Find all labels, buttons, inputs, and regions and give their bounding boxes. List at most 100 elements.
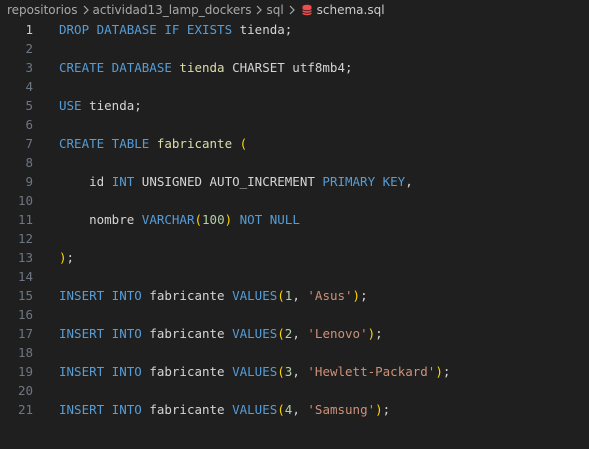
- token-kw: VALUES: [232, 288, 278, 303]
- line-number: 1: [25, 22, 33, 37]
- token-kw: VARCHAR: [141, 212, 195, 227]
- code-line[interactable]: 1 DROP DATABASE IF EXISTS tienda;: [0, 20, 589, 39]
- token-str: 'Samsung': [307, 402, 376, 417]
- code-text[interactable]: nombre VARCHAR(100) NOT NULL: [59, 210, 300, 229]
- code-line[interactable]: 5 USE tienda;: [0, 96, 589, 115]
- token-plain: fabricante: [141, 326, 233, 341]
- breadcrumb-item-file[interactable]: schema.sql: [317, 3, 385, 17]
- token-kw: INSERT INTO: [59, 288, 142, 303]
- line-number: 5: [25, 98, 33, 113]
- token-paren: ): [224, 212, 233, 227]
- line-number: 2: [25, 41, 33, 56]
- code-text[interactable]: USE tienda;: [59, 96, 142, 115]
- token-str: 'Hewlett-Packard': [307, 364, 436, 379]
- token-plain: nombre: [59, 212, 142, 227]
- token-plain: ;: [66, 250, 75, 265]
- token-paren: (: [277, 364, 285, 379]
- code-text[interactable]: DROP DATABASE IF EXISTS tienda;: [59, 20, 292, 39]
- code-line[interactable]: 21 INSERT INTO fabricante VALUES(4, 'Sams…: [0, 400, 589, 419]
- code-line[interactable]: 11 nombre VARCHAR(100) NOT NULL: [0, 210, 589, 229]
- line-number: 15: [17, 288, 33, 303]
- code-text[interactable]: INSERT INTO fabricante VALUES(4, 'Samsun…: [59, 400, 390, 419]
- breadcrumb-item-repositorios[interactable]: repositorios: [7, 3, 78, 17]
- line-number: 13: [17, 250, 33, 265]
- line-number: 10: [17, 193, 33, 208]
- token-kw: DROP DATABASE IF EXISTS: [59, 22, 233, 37]
- token-plain: fabricante: [141, 288, 233, 303]
- breadcrumb: repositorios actividad13_lamp_dockers sq…: [0, 0, 589, 20]
- code-text[interactable]: );: [59, 248, 74, 267]
- line-number: 16: [17, 307, 33, 322]
- code-line[interactable]: 14: [0, 267, 589, 286]
- code-line[interactable]: 9 id INT UNSIGNED AUTO_INCREMENT PRIMARY…: [0, 172, 589, 191]
- token-kw: NOT NULL: [239, 212, 300, 227]
- code-line[interactable]: 2: [0, 39, 589, 58]
- token-paren: (: [277, 402, 285, 417]
- code-text[interactable]: INSERT INTO fabricante VALUES(3, 'Hewlet…: [59, 362, 450, 381]
- token-paren: (: [277, 288, 285, 303]
- code-text[interactable]: id INT UNSIGNED AUTO_INCREMENT PRIMARY K…: [59, 172, 413, 191]
- token-kw: INSERT INTO: [59, 402, 142, 417]
- code-text[interactable]: INSERT INTO fabricante VALUES(2, 'Lenovo…: [59, 324, 383, 343]
- token-kw: USE: [59, 98, 82, 113]
- token-plain: ,: [405, 174, 413, 189]
- chevron-right-icon: [254, 4, 263, 16]
- token-str: 'Asus': [307, 288, 353, 303]
- database-icon: [301, 4, 313, 16]
- code-line[interactable]: 7 CREATE TABLE fabricante (: [0, 134, 589, 153]
- line-number: 3: [25, 60, 33, 75]
- token-fn: fabricante: [156, 136, 233, 151]
- code-line[interactable]: 16: [0, 305, 589, 324]
- code-line[interactable]: 10: [0, 191, 589, 210]
- token-plain: ,: [292, 326, 308, 341]
- token-plain: ,: [292, 364, 308, 379]
- token-kw: INSERT INTO: [59, 326, 142, 341]
- token-paren: ): [367, 326, 376, 341]
- code-line[interactable]: 17 INSERT INTO fabricante VALUES(2, 'Leno…: [0, 324, 589, 343]
- token-plain: CHARSET utf8mb4;: [224, 60, 353, 75]
- token-paren: ): [352, 288, 361, 303]
- code-text[interactable]: CREATE DATABASE tienda CHARSET utf8mb4;: [59, 58, 353, 77]
- code-line[interactable]: 4: [0, 77, 589, 96]
- code-line[interactable]: 18: [0, 343, 589, 362]
- code-line[interactable]: 20: [0, 381, 589, 400]
- code-text[interactable]: CREATE TABLE fabricante (: [59, 134, 247, 153]
- token-plain: ,: [292, 402, 308, 417]
- token-plain: ;: [360, 288, 368, 303]
- line-number: 19: [17, 364, 33, 379]
- breadcrumb-item-actividad13[interactable]: actividad13_lamp_dockers: [93, 3, 252, 17]
- token-paren: ): [375, 402, 383, 417]
- token-plain: tienda;: [81, 98, 142, 113]
- code-line[interactable]: 15 INSERT INTO fabricante VALUES(1, 'Asus…: [0, 286, 589, 305]
- line-number: 11: [17, 212, 33, 227]
- code-line[interactable]: 19 INSERT INTO fabricante VALUES(3, 'Hewl…: [0, 362, 589, 381]
- token-kw: VALUES: [232, 326, 278, 341]
- token-plain: ;: [375, 326, 383, 341]
- chevron-right-icon: [81, 4, 90, 16]
- line-number: 4: [25, 79, 33, 94]
- code-line[interactable]: 13);: [0, 248, 589, 267]
- line-number: 9: [25, 174, 33, 189]
- code-line[interactable]: 6: [0, 115, 589, 134]
- token-num: 100: [202, 212, 225, 227]
- token-kw: VALUES: [232, 402, 278, 417]
- line-number: 18: [17, 345, 33, 360]
- token-plain: fabricante: [141, 402, 233, 417]
- token-paren: (: [239, 136, 248, 151]
- code-text[interactable]: INSERT INTO fabricante VALUES(1, 'Asus')…: [59, 286, 368, 305]
- code-line[interactable]: 8: [0, 153, 589, 172]
- token-kw: PRIMARY KEY: [322, 174, 406, 189]
- line-number: 7: [25, 136, 33, 151]
- line-number: 21: [17, 402, 33, 417]
- token-plain: ,: [292, 288, 308, 303]
- breadcrumb-item-sql[interactable]: sql: [266, 3, 283, 17]
- token-plain: ;: [442, 364, 451, 379]
- code-line[interactable]: 12: [0, 229, 589, 248]
- chevron-right-icon: [287, 4, 296, 16]
- code-line[interactable]: 3 CREATE DATABASE tienda CHARSET utf8mb4;: [0, 58, 589, 77]
- code-editor[interactable]: 1 DROP DATABASE IF EXISTS tienda; 2 3 CREATE…: [0, 20, 589, 449]
- line-number: 14: [17, 269, 33, 284]
